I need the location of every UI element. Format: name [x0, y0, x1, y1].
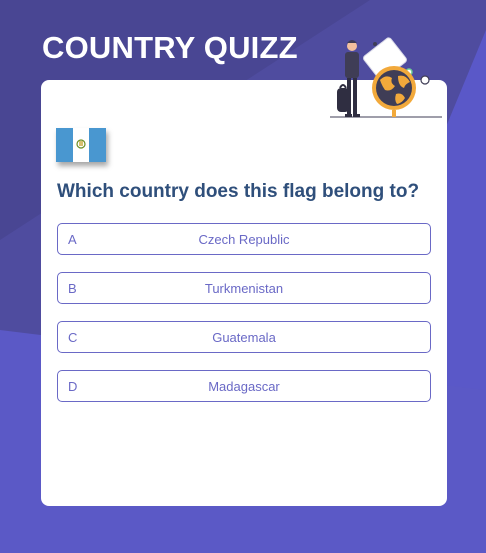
answer-option-d[interactable]: D Madagascar — [57, 370, 431, 402]
answer-option-b[interactable]: B Turkmenistan — [57, 272, 431, 304]
traveler-globe-illustration — [330, 37, 442, 118]
option-label: Guatemala — [212, 330, 276, 345]
question-text: Which country does this flag belong to? — [57, 181, 420, 202]
option-label: Turkmenistan — [204, 281, 284, 296]
guatemala-flag-icon — [56, 128, 106, 162]
option-label: Czech Republic — [198, 232, 290, 247]
option-label: Madagascar — [208, 379, 280, 394]
answer-option-a[interactable]: A Czech Republic — [57, 223, 431, 255]
answer-option-c[interactable]: C Guatemala — [57, 321, 431, 353]
app-title: COUNTRY QUIZZ — [42, 30, 298, 65]
